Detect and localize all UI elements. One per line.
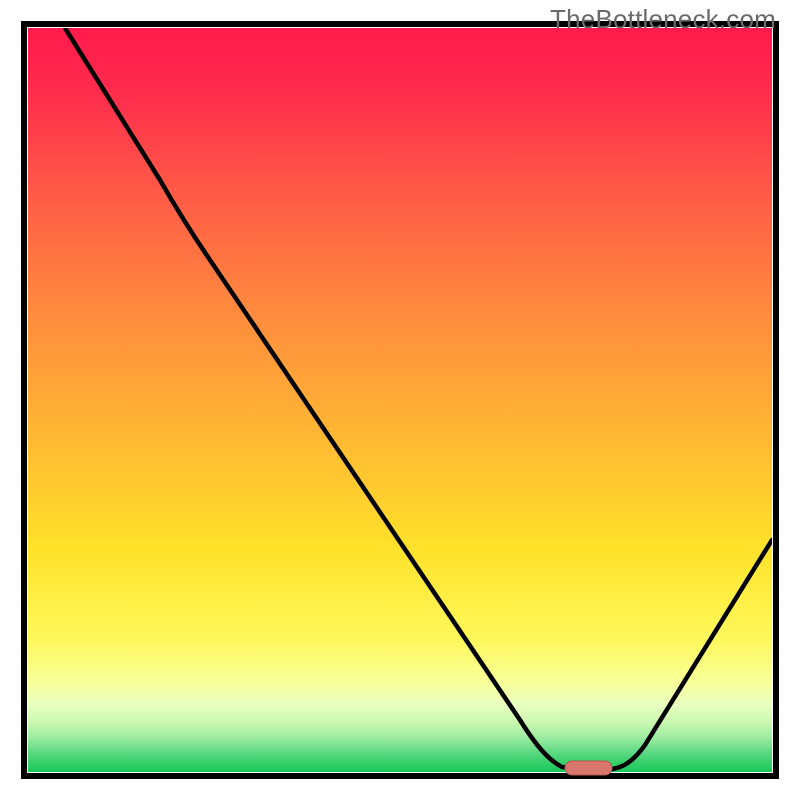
watermark-text: TheBottleneck.com <box>550 4 776 35</box>
bottleneck-chart: TheBottleneck.com <box>0 0 800 800</box>
chart-svg <box>0 0 800 800</box>
optimum-marker <box>565 761 612 775</box>
gradient-background <box>28 28 772 772</box>
